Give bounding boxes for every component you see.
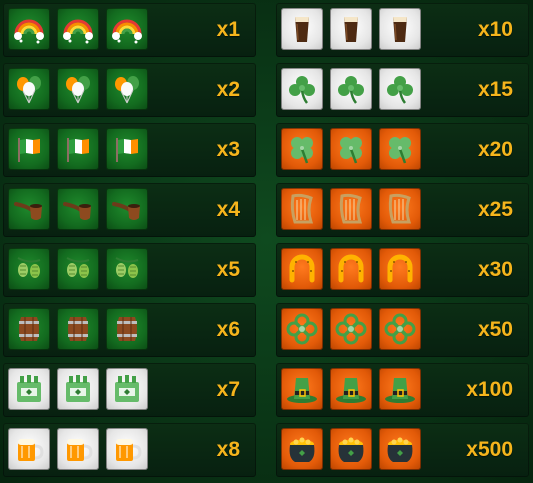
- beer-mug-icon: [106, 428, 148, 470]
- symbol-group: [281, 248, 421, 290]
- harp-icon: [330, 188, 372, 230]
- balloons-icon: [57, 68, 99, 110]
- bottles-icon: [106, 368, 148, 410]
- horseshoe-icon: [330, 248, 372, 290]
- paytable-row: x7: [3, 363, 256, 417]
- symbol-group: [8, 368, 148, 410]
- multiplier-label: x5: [216, 258, 240, 281]
- celtic-knot-icon: [281, 308, 323, 350]
- pipe-icon: [8, 188, 50, 230]
- bottles-icon: [8, 368, 50, 410]
- barrel-icon: [106, 308, 148, 350]
- irish-flag-icon: [106, 128, 148, 170]
- pipe-icon: [106, 188, 148, 230]
- horseshoe-icon: [281, 248, 323, 290]
- multiplier-label: x15: [477, 78, 513, 101]
- paytable-row: x30: [276, 243, 529, 297]
- rainbow-icon: [106, 8, 148, 50]
- stout-glass-icon: [379, 8, 421, 50]
- harp-icon: [281, 188, 323, 230]
- multiplier-label: x10: [477, 18, 513, 41]
- pot-of-gold-icon: [281, 428, 323, 470]
- multiplier-label: x8: [216, 438, 240, 461]
- paytable-row: x6: [3, 303, 256, 357]
- paytable-row: x1: [3, 3, 256, 57]
- hops-icon: [57, 248, 99, 290]
- irish-flag-icon: [57, 128, 99, 170]
- shamrock-icon: [379, 68, 421, 110]
- hops-icon: [8, 248, 50, 290]
- symbol-group: [281, 8, 421, 50]
- multiplier-label: x30: [477, 258, 513, 281]
- multiplier-label: x50: [477, 318, 513, 341]
- pot-of-gold-icon: [330, 428, 372, 470]
- multiplier-label: x500: [466, 438, 513, 461]
- multiplier-label: x1: [216, 18, 240, 41]
- leprechaun-hat-icon: [281, 368, 323, 410]
- stout-glass-icon: [281, 8, 323, 50]
- symbol-group: [8, 8, 148, 50]
- symbol-group: [8, 308, 148, 350]
- rainbow-icon: [8, 8, 50, 50]
- symbol-group: [281, 368, 421, 410]
- multiplier-label: x20: [477, 138, 513, 161]
- beer-mug-icon: [57, 428, 99, 470]
- paytable-row: x2: [3, 63, 256, 117]
- four-leaf-clover-icon: [330, 128, 372, 170]
- multiplier-label: x4: [216, 198, 240, 221]
- celtic-knot-icon: [330, 308, 372, 350]
- four-leaf-clover-icon: [379, 128, 421, 170]
- paytable-row: x3: [3, 123, 256, 177]
- irish-flag-icon: [8, 128, 50, 170]
- paytable-row: x8: [3, 423, 256, 477]
- multiplier-label: x6: [216, 318, 240, 341]
- leprechaun-hat-icon: [330, 368, 372, 410]
- balloons-icon: [106, 68, 148, 110]
- symbol-group: [8, 68, 148, 110]
- leprechaun-hat-icon: [379, 368, 421, 410]
- multiplier-label: x25: [477, 198, 513, 221]
- symbol-group: [8, 128, 148, 170]
- pot-of-gold-icon: [379, 428, 421, 470]
- shamrock-icon: [281, 68, 323, 110]
- multiplier-label: x3: [216, 138, 240, 161]
- paytable-row: x20: [276, 123, 529, 177]
- shamrock-icon: [330, 68, 372, 110]
- paytable-row: x10: [276, 3, 529, 57]
- paytable-row: x50: [276, 303, 529, 357]
- symbol-group: [281, 188, 421, 230]
- symbol-group: [281, 68, 421, 110]
- paytable-row: x4: [3, 183, 256, 237]
- symbol-group: [281, 428, 421, 470]
- multiplier-label: x2: [216, 78, 240, 101]
- multiplier-label: x100: [466, 378, 513, 401]
- paytable-row: x5: [3, 243, 256, 297]
- stout-glass-icon: [330, 8, 372, 50]
- paytable-right-column: x10 x15 x20 x25 x30 x50 x100 x500: [276, 3, 529, 483]
- paytable-row: x100: [276, 363, 529, 417]
- paytable-row: x15: [276, 63, 529, 117]
- symbol-group: [281, 128, 421, 170]
- symbol-group: [8, 248, 148, 290]
- pipe-icon: [57, 188, 99, 230]
- symbol-group: [281, 308, 421, 350]
- paytable-row: x500: [276, 423, 529, 477]
- harp-icon: [379, 188, 421, 230]
- hops-icon: [106, 248, 148, 290]
- four-leaf-clover-icon: [281, 128, 323, 170]
- barrel-icon: [8, 308, 50, 350]
- paytable-row: x25: [276, 183, 529, 237]
- beer-mug-icon: [8, 428, 50, 470]
- rainbow-icon: [57, 8, 99, 50]
- multiplier-label: x7: [216, 378, 240, 401]
- paytable-left-column: x1 x2 x3 x4 x5 x6 x7 x8: [3, 3, 256, 483]
- celtic-knot-icon: [379, 308, 421, 350]
- symbol-group: [8, 428, 148, 470]
- symbol-group: [8, 188, 148, 230]
- barrel-icon: [57, 308, 99, 350]
- balloons-icon: [8, 68, 50, 110]
- horseshoe-icon: [379, 248, 421, 290]
- bottles-icon: [57, 368, 99, 410]
